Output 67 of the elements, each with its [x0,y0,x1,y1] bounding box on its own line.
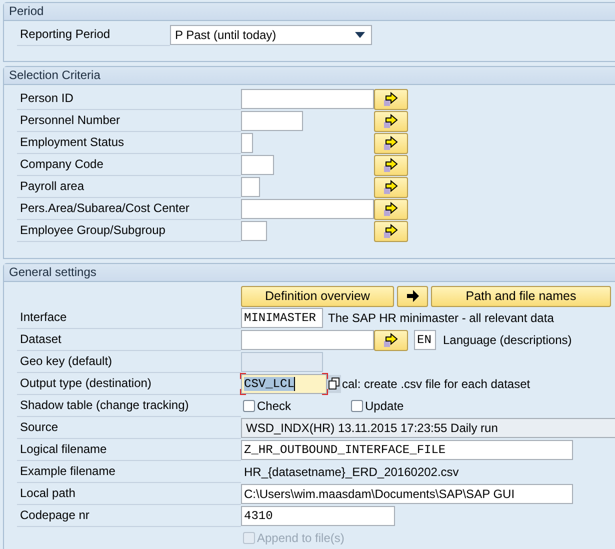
field-label: Company Code [17,154,241,176]
language-field[interactable]: EN [414,330,436,350]
group-title: Selection Criteria [4,67,615,85]
input-field[interactable] [241,221,267,241]
field-label: Output type (destination) [17,373,241,395]
select-arrow-button[interactable] [374,110,408,132]
arrow-right-icon [383,332,399,348]
checkbox-label: Check [256,399,292,413]
field-value: HR_{datasetname}_ERD_20160202.csv [243,465,459,479]
input-field[interactable] [241,330,374,350]
dropdown[interactable]: P Past (until today) [170,25,372,45]
field-label: Employee Group/Subgroup [17,220,241,242]
caret-icon [355,32,365,38]
input-field[interactable] [241,133,253,153]
arrow-right-icon [383,223,399,239]
field-label: Geo key (default) [17,351,241,373]
arrow-right-icon [383,135,399,151]
arrow-right-icon [383,157,399,173]
field-label: Dataset [17,329,241,351]
checkbox-label: Append to file(s) [256,531,344,545]
field-label: Employment Status [17,132,241,154]
select-arrow-button[interactable] [374,198,408,220]
input-field[interactable] [241,177,260,197]
input-field[interactable]: 4310 [241,506,395,526]
select-arrow-button[interactable] [374,176,408,198]
field-label: Pers.Area/Subarea/Cost Center [17,198,241,220]
arrow-right-icon [383,201,399,217]
field-description: The SAP HR minimaster - all relevant data [327,311,554,325]
input-field[interactable] [241,199,374,219]
toolbar-button[interactable]: Definition overview [241,286,394,306]
field-label: Shadow table (change tracking) [17,395,241,417]
value-help-icon[interactable] [327,375,341,393]
field-label: Interface [17,307,241,329]
checkbox[interactable] [243,400,255,412]
display-field: WSD_INDX(HR) 13.11.2015 17:23:55 Daily run [241,418,615,438]
field-label: Example filename [17,461,241,483]
field-label: Personnel Number [17,110,241,132]
field-label: Payroll area [17,176,241,198]
field-label: Codepage nr [17,505,241,527]
select-arrow-button[interactable] [374,154,408,176]
arrow-right-icon [383,113,399,129]
checkbox-label: Update [364,399,404,413]
select-arrow-button[interactable] [374,88,408,110]
input-field[interactable]: CSV_LCL [241,374,327,394]
input-field[interactable] [241,155,274,175]
checkbox[interactable] [351,400,364,412]
input-field[interactable]: Z_HR_OUTBOUND_INTERFACE_FILE [241,440,573,460]
field-label: Local path [17,483,241,505]
group-title: Period [4,3,615,21]
select-arrow-button[interactable] [374,132,408,154]
input-field[interactable]: C:\Users\wim.maasdam\Documents\SAP\SAP GUI [241,484,573,504]
navigate-button[interactable] [397,286,428,306]
input-field[interactable] [241,89,374,109]
arrow-right-icon [406,290,420,302]
field-description: cal: create .csv file for each dataset [341,377,530,391]
group-title: General settings [4,264,615,282]
select-arrow-button[interactable] [374,220,408,242]
field-label: Person ID [17,88,241,110]
field-label: Source [17,417,241,439]
input-field[interactable] [241,111,303,131]
field-label: Logical filename [17,439,241,461]
input-field[interactable]: MINIMASTER [241,308,323,328]
field-description: Language (descriptions) [442,333,572,347]
arrow-right-icon [383,91,399,107]
toolbar-button[interactable]: Path and file names [431,286,611,306]
select-arrow-button[interactable] [374,330,408,350]
arrow-right-icon [383,179,399,195]
